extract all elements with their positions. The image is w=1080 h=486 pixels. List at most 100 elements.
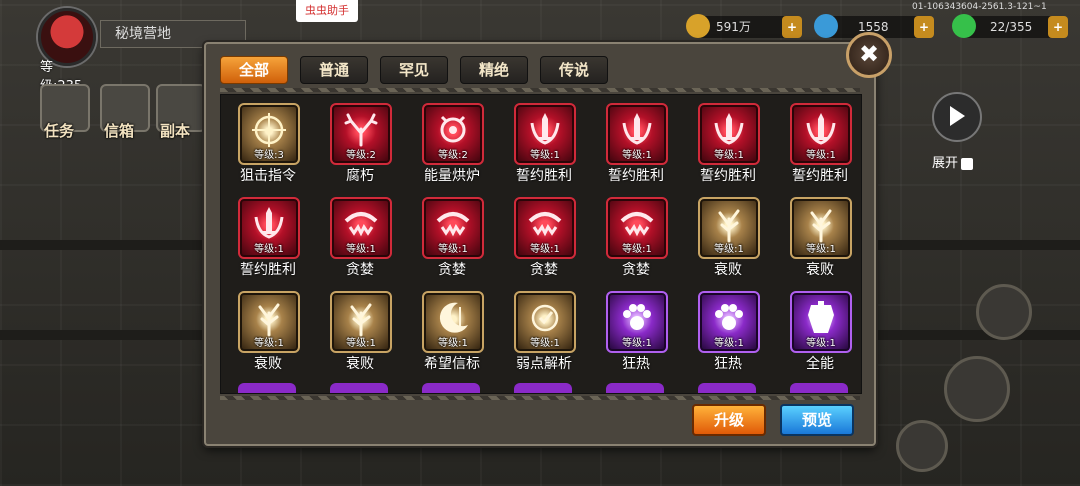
skill-icon-frame: 等级:1 [606,103,668,165]
skill-icon-frame: 等级:1 [330,197,392,259]
skill-name: 衰败 [714,262,742,278]
skill-card-partial [790,383,848,393]
crosshair-icon [252,113,286,147]
dead-tree-icon [718,209,740,243]
skill-level: 等级:1 [806,244,836,255]
skill-level: 等级:3 [254,150,284,161]
gold-coin-icon [686,14,710,38]
skill-name: 誓约胜利 [516,168,572,184]
crescent-beacon-icon [439,302,468,333]
upgrade-button[interactable]: 升级 [692,404,766,436]
skill-name: 贪婪 [346,262,374,278]
menu-list-button[interactable] [896,420,948,472]
skill-card[interactable]: 等级:2 能量烘炉 [411,103,493,195]
skill-icon-frame: 等级:1 [514,197,576,259]
armor-icon [808,301,834,333]
tab-rare[interactable]: 罕见 [380,56,448,84]
skill-icon-frame: 等级:1 [606,291,668,353]
skill-name: 誓约胜利 [792,168,848,184]
sword-crest-icon [622,113,652,145]
preview-button[interactable]: 预览 [780,404,854,436]
skill-icon-frame: 等级:1 [238,197,300,259]
skill-level: 等级:2 [438,150,468,161]
skill-level: 等级:1 [530,150,560,161]
green-crystal-icon [952,14,976,38]
skill-card-partial [606,383,664,393]
skill-card[interactable]: 等级:3 狙击指令 [227,103,309,195]
skill-card[interactable]: 等级:1 誓约胜利 [687,103,769,195]
skill-icon-frame: 等级:1 [514,291,576,353]
skill-icon-frame: 等级:1 [238,291,300,353]
skill-name: 誓约胜利 [240,262,296,278]
task-label: 任务 [44,122,75,140]
skill-level: 等级:1 [714,338,744,349]
skill-icon-frame: 等级:1 [330,291,392,353]
skill-card[interactable]: 等级:1 弱点解析 [503,291,585,383]
skill-card[interactable]: 等级:1 衰败 [779,197,861,289]
tab-legendary[interactable]: 传说 [540,56,608,84]
skill-card[interactable]: 等级:1 贪婪 [503,197,585,289]
tab-epic[interactable]: 精绝 [460,56,528,84]
antler-icon [344,113,378,147]
skill-icon-frame: 等级:1 [790,291,852,353]
play-video-button[interactable] [932,92,982,142]
skill-card[interactable]: 等级:1 贪婪 [319,197,401,289]
add-gem-button[interactable]: + [914,16,934,38]
skill-name: 衰败 [254,356,282,372]
skill-name: 贪婪 [530,262,558,278]
close-button[interactable]: ✖ [846,32,892,78]
skill-icon-frame: 等级:1 [514,103,576,165]
add-gold-button[interactable]: + [782,16,802,38]
mailbox-label: 信箱 [104,122,135,140]
expand-toggle[interactable]: 展开 [932,152,974,171]
skill-card[interactable]: 等级:1 贪婪 [411,197,493,289]
skill-card[interactable]: 等级:1 全能 [779,291,861,383]
sword-crest-icon [530,113,560,145]
skill-card[interactable]: 等级:1 狂热 [687,291,769,383]
skill-card[interactable]: 等级:1 誓约胜利 [779,103,861,195]
sword-crest-icon [806,113,836,145]
tab-common[interactable]: 普通 [300,56,368,84]
skill-name: 腐朽 [346,168,374,184]
sword-crest-icon [714,113,744,145]
skill-wheel-button[interactable] [976,284,1032,340]
greed-mouth-icon [344,212,378,237]
crystal-amount: 22/355 [990,20,1033,34]
skill-card[interactable]: 等级:1 衰败 [687,197,769,289]
rank-up-button[interactable] [944,356,1010,422]
skill-icon-frame: 等级:1 [698,103,760,165]
skill-level: 等级:1 [530,244,560,255]
skill-name: 誓约胜利 [608,168,664,184]
skill-collection-panel: 全部 普通 罕见 精绝 传说 等级:3 狙击指令 等级:2 腐朽 等级:2 能量烘炉 等级:… [204,42,876,446]
skill-level: 等级:1 [346,338,376,349]
skill-card[interactable]: 等级:1 希望信标 [411,291,493,383]
skill-name: 狂热 [622,356,650,372]
skill-level: 等级:2 [346,150,376,161]
skill-level: 等级:1 [714,150,744,161]
skill-name: 誓约胜利 [700,168,756,184]
add-crystal-button[interactable]: + [1048,16,1068,38]
helper-badge[interactable]: 虫虫助手 [296,0,358,22]
skill-card[interactable]: 等级:1 衰败 [227,291,309,383]
skill-level: 等级:1 [254,338,284,349]
skill-card[interactable]: 等级:1 誓约胜利 [227,197,309,289]
skill-card-partial [422,383,480,393]
skill-level: 等级:1 [622,150,652,161]
skill-level: 等级:1 [806,338,836,349]
skill-grid: 等级:3 狙击指令 等级:2 腐朽 等级:2 能量烘炉 等级:1 誓约胜利 等级:1 誓约胜利 等级… [220,94,862,394]
skill-card[interactable]: 等级:1 衰败 [319,291,401,383]
tab-all[interactable]: 全部 [220,56,288,84]
weakpoint-icon [531,304,559,332]
skill-name: 能量烘炉 [424,168,480,184]
dead-tree-icon [810,209,832,243]
skill-card[interactable]: 等级:1 贪婪 [595,197,677,289]
skill-card[interactable]: 等级:2 腐朽 [319,103,401,195]
skill-card[interactable]: 等级:1 誓约胜利 [595,103,677,195]
skill-icon-frame: 等级:3 [238,103,300,165]
expand-icon [961,157,974,170]
skill-level: 等级:1 [622,338,652,349]
skill-name: 衰败 [346,356,374,372]
skill-card[interactable]: 等级:1 狂热 [595,291,677,383]
skill-card[interactable]: 等级:1 誓约胜利 [503,103,585,195]
skill-name: 狂热 [714,356,742,372]
